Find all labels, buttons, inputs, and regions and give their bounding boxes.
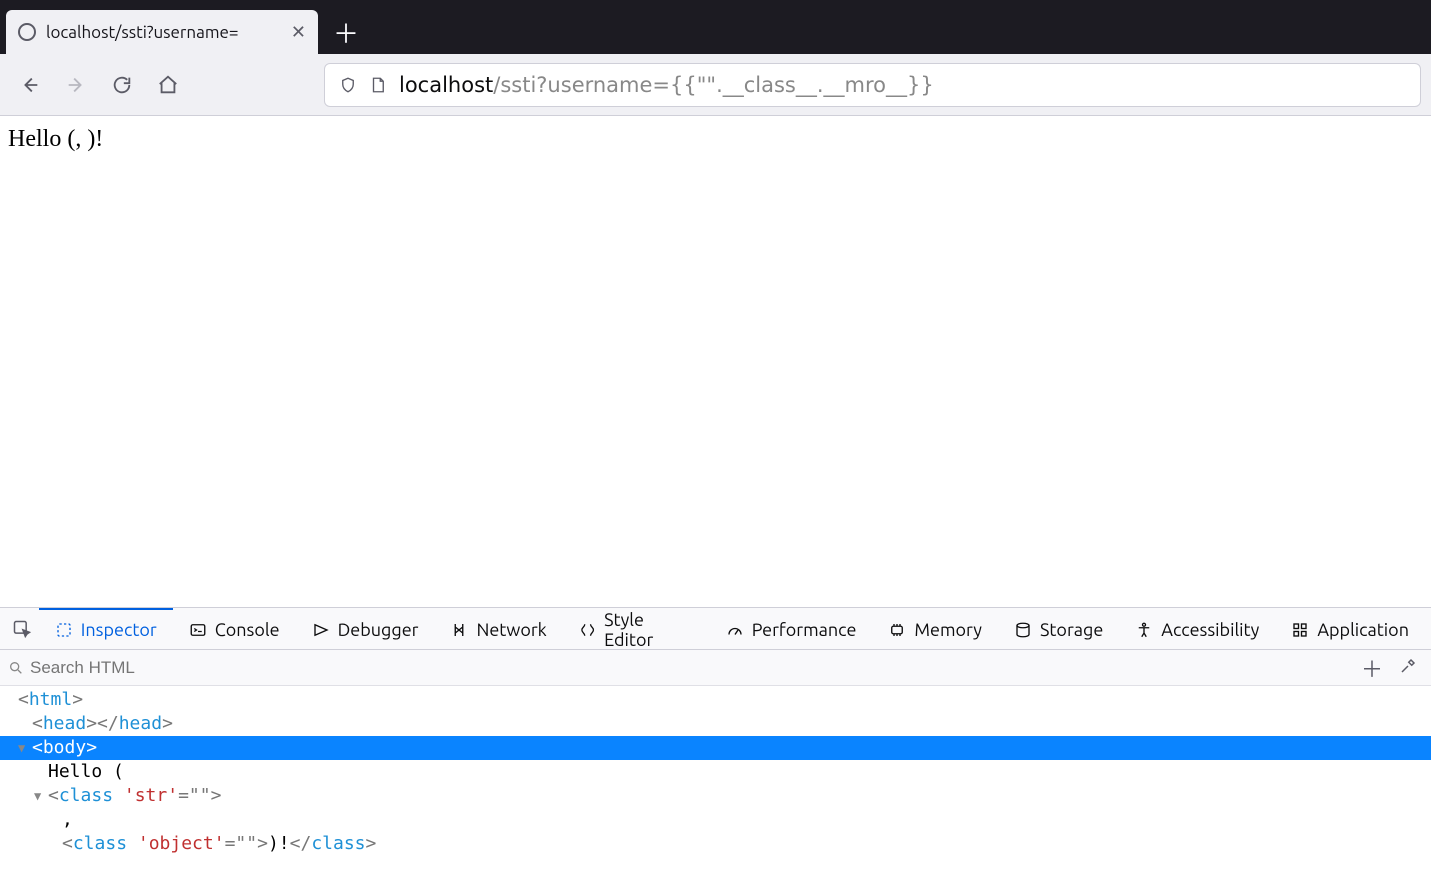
close-tab-icon[interactable]: ✕	[291, 22, 306, 43]
browser-tab[interactable]: localhost/ssti?username= ✕	[6, 10, 318, 54]
tab-performance[interactable]: Performance	[710, 608, 873, 649]
tab-label: Storage	[1040, 620, 1103, 640]
dom-line-selected[interactable]: ▼<body>	[0, 736, 1431, 760]
inspector-icon	[55, 621, 73, 639]
tab-application[interactable]: Application	[1275, 608, 1425, 649]
shield-icon	[339, 76, 357, 94]
dom-line[interactable]: <head></head>	[0, 712, 1431, 736]
devtools-tablist: Inspector Console Debugger Network Style…	[0, 608, 1431, 650]
tab-label: Memory	[914, 620, 982, 640]
home-icon	[157, 74, 179, 96]
picker-icon	[12, 619, 32, 639]
dom-line[interactable]: ▼<class 'str'="">	[0, 784, 1431, 808]
application-icon	[1291, 621, 1309, 639]
reload-icon	[111, 74, 133, 96]
page-body-text: Hello (, )!	[8, 126, 103, 152]
tab-accessibility[interactable]: Accessibility	[1119, 608, 1275, 649]
tab-label: Application	[1317, 620, 1409, 640]
tab-label: Accessibility	[1161, 620, 1259, 640]
tab-console[interactable]: Console	[173, 608, 296, 649]
tab-label: Inspector	[81, 620, 157, 640]
arrow-right-icon	[65, 74, 87, 96]
url-bar[interactable]: localhost/ssti?username={{"".__class__._…	[324, 63, 1421, 107]
element-picker-button[interactable]	[6, 619, 39, 639]
devtools-panel: Inspector Console Debugger Network Style…	[0, 607, 1431, 887]
tab-label: Style Editor	[604, 610, 694, 650]
storage-icon	[1014, 621, 1032, 639]
back-button[interactable]	[10, 65, 50, 105]
tab-inspector[interactable]: Inspector	[39, 608, 173, 649]
tab-strip: localhost/ssti?username= ✕ ＋	[0, 0, 1431, 54]
tab-memory[interactable]: Memory	[872, 608, 998, 649]
tab-label: Network	[476, 620, 546, 640]
accessibility-icon	[1135, 621, 1153, 639]
dom-line[interactable]: ,	[0, 808, 1431, 832]
tab-style-editor[interactable]: Style Editor	[563, 608, 710, 649]
inspector-search-row: ＋	[0, 650, 1431, 686]
nav-toolbar: localhost/ssti?username={{"".__class__._…	[0, 54, 1431, 116]
reload-button[interactable]	[102, 65, 142, 105]
forward-button	[56, 65, 96, 105]
page-content: Hello (, )!	[0, 116, 1431, 607]
tab-network[interactable]: Network	[434, 608, 562, 649]
url-host: localhost	[399, 73, 493, 97]
dom-line[interactable]: <html>	[0, 688, 1431, 712]
dom-tree[interactable]: <html> <head></head> ▼<body> Hello ( ▼<c…	[0, 686, 1431, 887]
dom-line[interactable]: Hello (	[0, 760, 1431, 784]
url-text: localhost/ssti?username={{"".__class__._…	[399, 73, 934, 97]
tab-label: Debugger	[338, 620, 419, 640]
console-icon	[189, 621, 207, 639]
url-path: /ssti?username={{"".__class__.__mro__}}	[493, 73, 933, 97]
add-node-button[interactable]: ＋	[1357, 652, 1387, 684]
tab-storage[interactable]: Storage	[998, 608, 1119, 649]
network-icon	[450, 621, 468, 639]
tab-label: Console	[215, 620, 280, 640]
performance-icon	[726, 621, 744, 639]
page-icon	[369, 76, 387, 94]
favicon-icon	[18, 23, 36, 41]
search-icon	[8, 660, 24, 676]
arrow-left-icon	[19, 74, 41, 96]
eyedropper-button[interactable]	[1393, 655, 1423, 680]
home-button[interactable]	[148, 65, 188, 105]
style-editor-icon	[579, 621, 596, 639]
tab-label: Performance	[752, 620, 857, 640]
debugger-icon	[312, 621, 330, 639]
new-tab-button[interactable]: ＋	[324, 10, 368, 54]
tab-title: localhost/ssti?username=	[46, 23, 281, 42]
tab-debugger[interactable]: Debugger	[296, 608, 435, 649]
dom-line[interactable]: <class 'object'="">)!</class>	[0, 832, 1431, 856]
memory-icon	[888, 621, 906, 639]
search-html-input[interactable]	[30, 658, 330, 678]
